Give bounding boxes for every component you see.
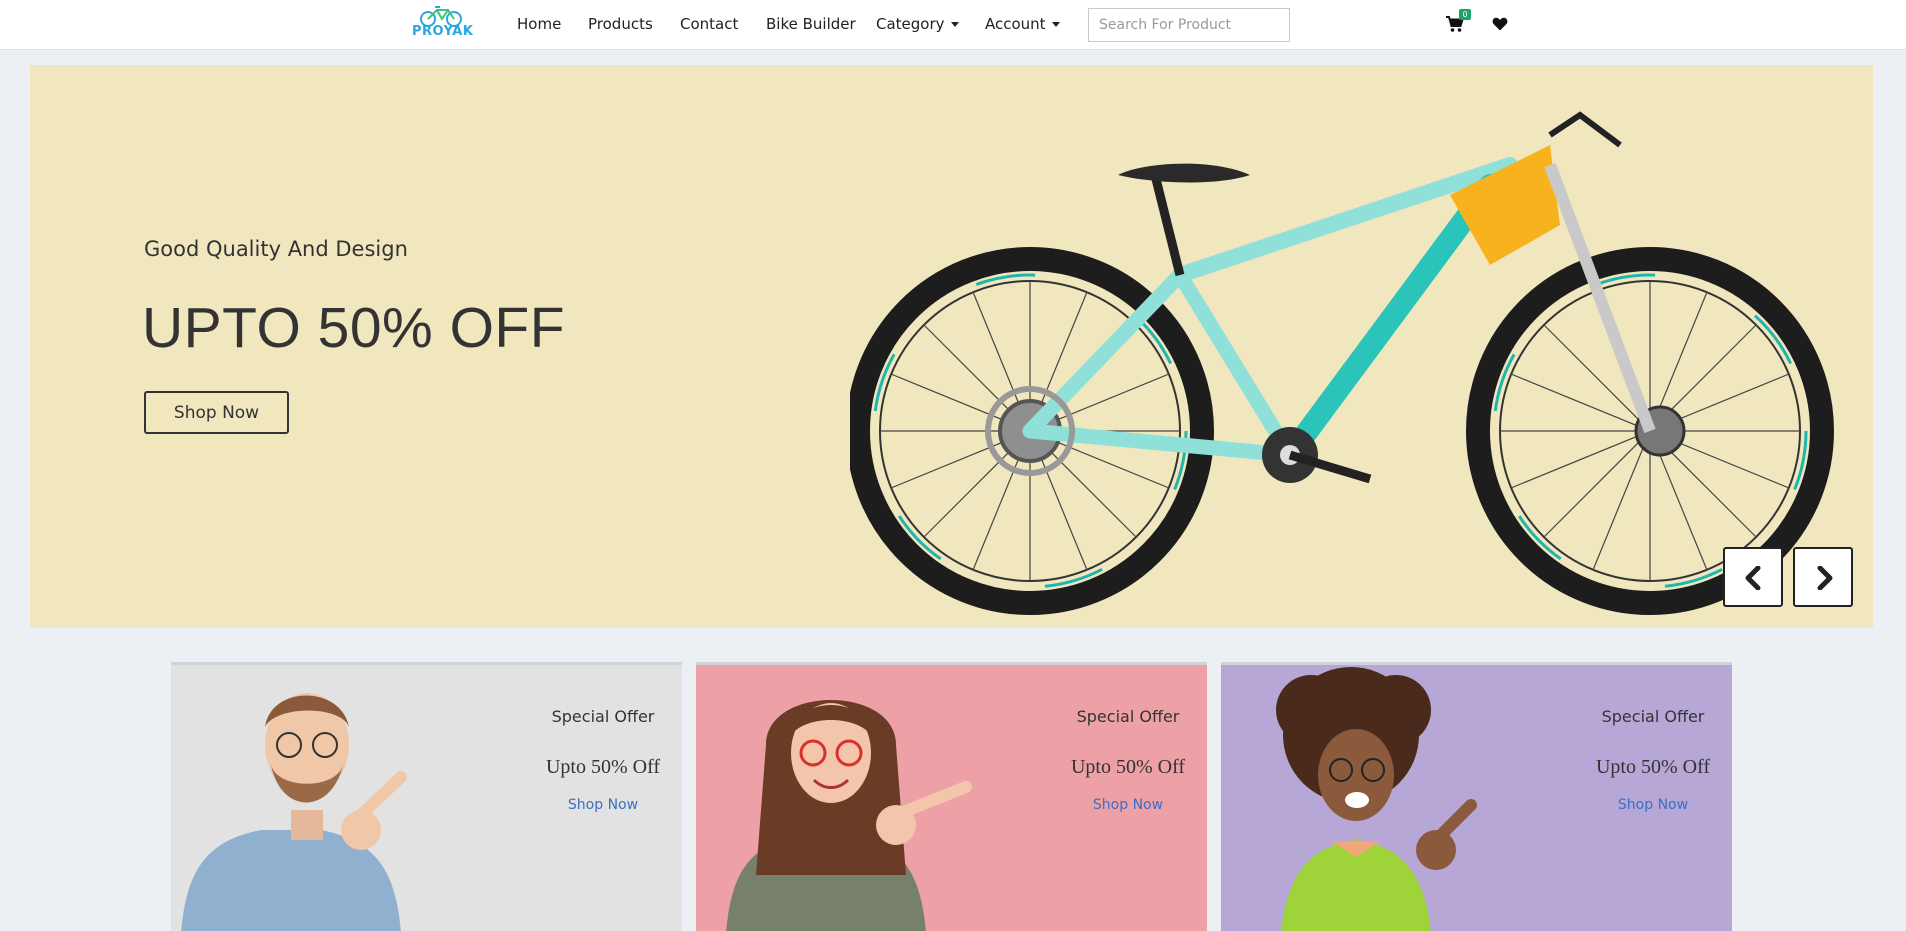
heart-icon[interactable] <box>1492 16 1508 32</box>
hero-banner: Good Quality And Design UPTO 50% OFF Sho… <box>30 65 1873 628</box>
offer-label: Special Offer <box>551 707 655 726</box>
offer-shop-now-link[interactable]: Shop Now <box>533 797 673 813</box>
offer-shop-now-link[interactable]: Shop Now <box>1058 797 1198 813</box>
nav-category-label: Category <box>876 15 945 33</box>
offer-discount: Upto 50% Off <box>545 756 661 778</box>
offer-label: Special Offer <box>1601 707 1705 726</box>
offer-discount: Upto 50% Off <box>1595 756 1711 778</box>
offer-card-1[interactable]: Special Offer Upto 50% Off Shop Now <box>171 662 682 931</box>
woman-thumbs-image <box>1276 667 1477 931</box>
search-input[interactable] <box>1088 8 1290 42</box>
top-navbar: PROYAK Home Products Contact Bike Builde… <box>0 0 1906 50</box>
nav-account-dropdown[interactable]: Account <box>985 15 1060 33</box>
logo-text: PROYAK <box>412 24 474 39</box>
chevron-right-icon <box>1817 566 1833 590</box>
nav-bike-builder[interactable]: Bike Builder <box>766 15 856 33</box>
caret-down-icon <box>1051 22 1060 27</box>
offer-discount: Upto 50% Off <box>1070 756 1186 778</box>
nav-products[interactable]: Products <box>588 15 653 33</box>
nav-category-dropdown[interactable]: Category <box>876 15 959 33</box>
mountain-bike-image <box>850 111 1834 615</box>
woman-pointing-image <box>726 700 972 931</box>
carousel-prev-button[interactable] <box>1723 547 1783 607</box>
man-pointing-image <box>181 693 407 931</box>
nav-contact[interactable]: Contact <box>680 15 738 33</box>
caret-down-icon <box>950 22 959 27</box>
offer-card-3[interactable]: Special Offer Upto 50% Off Shop Now <box>1221 662 1732 931</box>
chevron-left-icon <box>1745 566 1761 590</box>
offer-shop-now-link[interactable]: Shop Now <box>1583 797 1723 813</box>
hero-title: UPTO 50% OFF <box>142 296 566 360</box>
hero-subtitle: Good Quality And Design <box>144 237 408 261</box>
brand-logo[interactable]: PROYAK <box>412 4 474 39</box>
nav-account-label: Account <box>985 15 1046 33</box>
cart-count-badge: 0 <box>1459 9 1471 20</box>
hero-shop-now-button[interactable]: Shop Now <box>144 391 289 434</box>
offer-label: Special Offer <box>1076 707 1180 726</box>
carousel-next-button[interactable] <box>1793 547 1853 607</box>
offer-card-2[interactable]: Special Offer Upto 50% Off Shop Now <box>696 662 1207 931</box>
nav-home[interactable]: Home <box>517 15 561 33</box>
